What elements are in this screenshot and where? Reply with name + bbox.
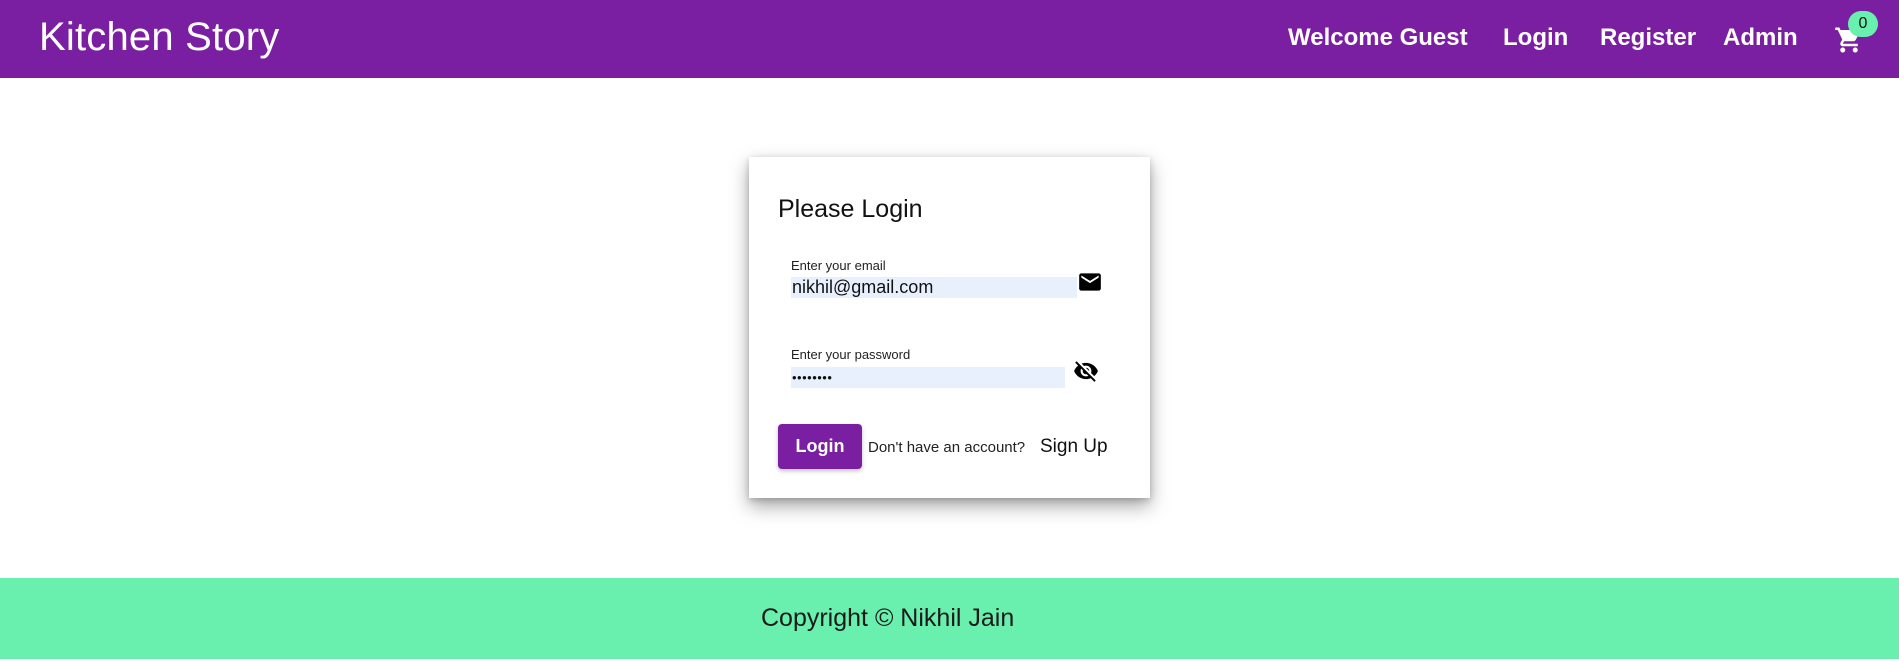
- password-input[interactable]: ••••••••: [791, 367, 1065, 388]
- brand-title[interactable]: Kitchen Story: [39, 15, 280, 60]
- password-label: Enter your password: [791, 347, 911, 362]
- no-account-text: Don't have an account?: [868, 439, 1026, 456]
- app-header: Kitchen Story Welcome Guest Login Regist…: [0, 0, 1899, 78]
- welcome-text: Welcome Guest: [1288, 24, 1468, 51]
- nav-admin-link[interactable]: Admin: [1723, 24, 1798, 52]
- copyright-text: Copyright © Nikhil Jain: [761, 604, 1015, 632]
- nav-login-link[interactable]: Login: [1503, 24, 1568, 52]
- login-title: Please Login: [778, 195, 923, 223]
- eye-off-icon[interactable]: [1073, 358, 1099, 384]
- cart-count-badge: 0: [1848, 11, 1878, 37]
- login-card: Please Login Enter your email nikhil@gma…: [749, 157, 1150, 498]
- email-input[interactable]: nikhil@gmail.com: [791, 277, 1077, 298]
- app-footer: Copyright © Nikhil Jain: [0, 578, 1899, 659]
- email-label: Enter your email: [791, 258, 886, 273]
- mail-icon: [1077, 269, 1103, 295]
- nav-register-link[interactable]: Register: [1600, 24, 1696, 52]
- login-button[interactable]: Login: [778, 424, 862, 469]
- signup-link[interactable]: Sign Up: [1040, 436, 1108, 458]
